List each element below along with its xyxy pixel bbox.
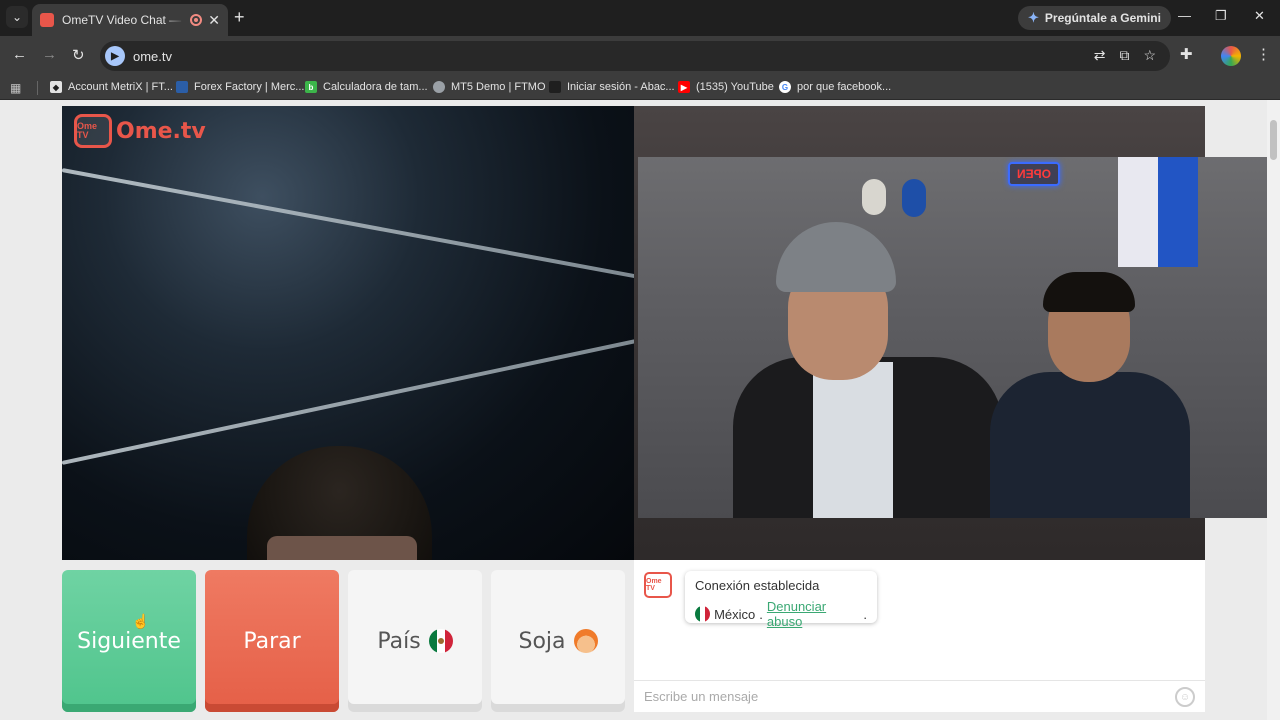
chat-ometv-icon: Ome TV: [644, 572, 672, 598]
message-input[interactable]: [644, 689, 1164, 704]
cable-line: [62, 327, 634, 465]
remote-person-face: [267, 536, 417, 560]
address-bar[interactable]: ▶ ome.tv ⇄ ⧉ ☆: [100, 41, 1170, 71]
hand-cursor-icon: ☝: [132, 613, 150, 629]
restore-icon[interactable]: ❐: [1215, 8, 1227, 24]
country-label: País: [377, 628, 421, 654]
tab-search-icon[interactable]: ⌄: [6, 6, 28, 28]
page-content: Ome TV Ome.tv OPEN Siguiente ☝ Parar Paí…: [0, 100, 1280, 720]
connection-status: Conexión establecida: [695, 578, 820, 593]
bookmark-item[interactable]: ▶ (1535) YouTube: [678, 81, 774, 93]
globe-icon: [433, 81, 445, 93]
star-icon[interactable]: ☆: [1143, 47, 1156, 64]
chat-panel: Ome TV Conexión establecida México . Den…: [634, 560, 1205, 712]
recording-icon: [190, 14, 203, 26]
minimize-icon[interactable]: —: [1178, 8, 1191, 23]
bookmark-label: Calculadora de tam...: [323, 81, 428, 93]
browser-tab-bar: ⌄ OmeTV Video Chat — Alternativa a Chatr…: [0, 0, 1280, 36]
ometv-favicon-icon: [40, 13, 54, 27]
cable-line: [62, 168, 634, 289]
country-button[interactable]: País: [348, 570, 482, 712]
bookmark-label: por que facebook...: [797, 81, 892, 93]
page-scrollbar[interactable]: [1267, 100, 1280, 720]
bookmark-item[interactable]: b Calculadora de tam...: [305, 81, 428, 93]
browser-tab[interactable]: OmeTV Video Chat — Alternativa a Chatrou…: [32, 4, 228, 36]
logo-badge-text: Ome TV: [77, 121, 98, 140]
bookmarks-divider: [37, 81, 38, 95]
reload-icon[interactable]: ↻: [72, 46, 85, 64]
metrix-icon: ◆: [50, 81, 62, 93]
boy-emoji-icon: [573, 629, 598, 653]
tab-close-icon[interactable]: ✕: [208, 12, 220, 29]
stop-label: Parar: [243, 628, 301, 654]
bookmark-label: MT5 Demo | FTMO: [451, 81, 546, 93]
person-left-shirt: [813, 362, 893, 518]
bookmark-item[interactable]: Iniciar sesión - Abac...: [549, 81, 675, 93]
window-close-icon[interactable]: ✕: [1254, 8, 1265, 24]
apps-grid-icon[interactable]: ▦: [10, 81, 21, 95]
tab-title: OmeTV Video Chat — Alternativa a Chatrou…: [62, 13, 184, 27]
google-icon: G: [779, 81, 791, 93]
chat-logo-badge: Ome TV: [646, 578, 662, 592]
person-right-body: [990, 372, 1190, 518]
next-button[interactable]: Siguiente: [62, 570, 196, 712]
next-label: Siguiente: [77, 628, 181, 654]
report-abuse-link[interactable]: Denunciar abuso: [767, 599, 860, 629]
person-left-cap: [776, 222, 896, 292]
profile-avatar[interactable]: [1221, 46, 1241, 66]
bookmark-label: (1535) YouTube: [696, 81, 774, 93]
gemini-sparkle-icon: ✦: [1028, 10, 1039, 25]
arrow-right-icon[interactable]: →: [42, 46, 57, 63]
stop-button[interactable]: Parar: [205, 570, 339, 712]
remote-video: [62, 106, 634, 560]
smile-icon[interactable]: ☺: [1175, 687, 1195, 707]
scrollbar-thumb[interactable]: [1270, 120, 1277, 160]
mexico-flag-icon: [695, 606, 711, 622]
bookmark-label: Forex Factory | Merc...: [194, 81, 305, 93]
bookmark-item[interactable]: Forex Factory | Merc...: [176, 81, 304, 93]
bookmark-label: Account MetriX | FT...: [68, 81, 173, 93]
bookmark-item[interactable]: ◆ Account MetriX | FT...: [50, 81, 173, 93]
neon-sign: OPEN: [1008, 162, 1060, 186]
translate-icon[interactable]: ⇄: [1094, 47, 1106, 64]
arrow-left-icon[interactable]: ←: [12, 46, 27, 63]
hanging-jersey: [1118, 157, 1198, 267]
wall-cap: [902, 179, 926, 217]
tv-logo-icon: Ome TV: [74, 114, 112, 148]
browser-toolbar: ← → ↻ ▶ ome.tv ⇄ ⧉ ☆ ✚ ⋮: [0, 36, 1280, 76]
kebab-menu-icon[interactable]: ⋮: [1256, 45, 1271, 63]
local-camera-feed: OPEN: [638, 157, 1280, 518]
trailing-period: .: [863, 606, 867, 622]
youtube-icon: ▶: [678, 81, 690, 93]
forex-factory-icon: [176, 81, 188, 93]
puzzle-icon[interactable]: ✚: [1180, 45, 1193, 63]
person-right-hair: [1043, 272, 1135, 312]
gemini-button[interactable]: ✦ Pregúntale a Gemini: [1018, 6, 1171, 30]
separator: .: [759, 606, 763, 622]
gemini-label: Pregúntale a Gemini: [1044, 11, 1161, 25]
wall-cap: [862, 179, 886, 215]
new-tab-icon[interactable]: +: [234, 7, 245, 28]
message-composer: ☺: [634, 680, 1205, 712]
abacus-icon: [549, 81, 561, 93]
url-text: ome.tv: [133, 48, 173, 64]
gender-label: Soja: [518, 628, 566, 654]
ometv-logo[interactable]: Ome TV Ome.tv: [74, 114, 206, 148]
logo-text: Ome.tv: [116, 118, 206, 144]
calculator-icon: b: [305, 81, 317, 93]
site-info-icon[interactable]: ▶: [105, 46, 125, 66]
mexico-flag-icon: [428, 629, 453, 653]
partner-country: México: [714, 606, 756, 622]
bookmarks-bar: ▦ ◆ Account MetriX | FT... Forex Factory…: [0, 76, 1280, 100]
bookmark-label: Iniciar sesión - Abac...: [567, 81, 675, 93]
bookmark-item[interactable]: G por que facebook...: [779, 81, 891, 93]
install-icon[interactable]: ⧉: [1119, 47, 1129, 64]
gender-button[interactable]: Soja: [491, 570, 625, 712]
bookmark-item[interactable]: MT5 Demo | FTMO: [433, 81, 546, 93]
system-message: Conexión establecida México . Denunciar …: [685, 571, 877, 629]
